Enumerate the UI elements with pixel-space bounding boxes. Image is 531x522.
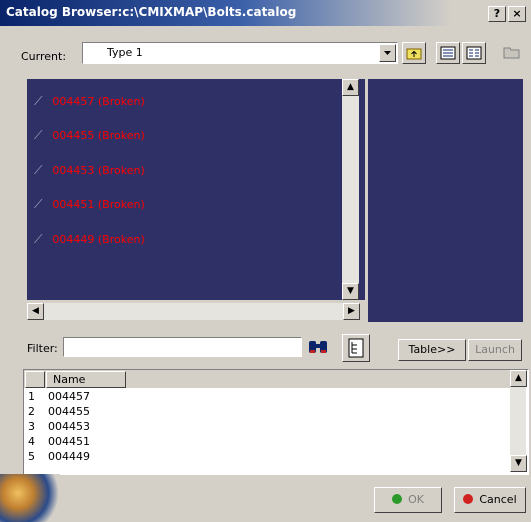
tree-item-label: 004457 (Broken): [52, 95, 145, 108]
table-button[interactable]: Table>>: [398, 339, 466, 361]
tree-item-label: 004453 (Broken): [52, 164, 145, 177]
current-value: Type 1: [107, 46, 143, 59]
tree-item-label: 004451 (Broken): [52, 198, 145, 211]
tree-view-button[interactable]: [342, 334, 370, 362]
title-bar[interactable]: Catalog Browser:c:\CMIXMAP\Bolts.catalog…: [0, 0, 531, 26]
tree-item[interactable]: ⟋ 004449 (Broken): [34, 232, 145, 250]
ok-button[interactable]: OK: [374, 487, 442, 513]
tree-item[interactable]: ⟋ 004451 (Broken): [34, 197, 145, 215]
up-folder-icon: [406, 48, 422, 60]
filter-input[interactable]: [63, 337, 302, 357]
scroll-down-button[interactable]: ▼: [342, 283, 359, 300]
up-folder-button[interactable]: [402, 42, 426, 64]
row-name: 004453: [48, 420, 90, 433]
current-label: Current:: [21, 50, 67, 63]
row-name: 004449: [48, 450, 90, 463]
launch-button[interactable]: Launch: [468, 339, 522, 361]
row-index: 2: [28, 405, 35, 418]
chevron-down-icon: [384, 51, 391, 55]
table-row[interactable]: 1 004457: [28, 390, 90, 404]
column-header-name[interactable]: Name: [46, 371, 126, 388]
table-row[interactable]: 2 004455: [28, 405, 90, 419]
table-row[interactable]: 4 004451: [28, 435, 90, 449]
broken-link-icon: ⟋: [34, 163, 43, 177]
tree-item[interactable]: ⟋ 004453 (Broken): [34, 163, 145, 181]
row-index: 4: [28, 435, 35, 448]
tree-item[interactable]: ⟋ 004457 (Broken): [34, 94, 145, 112]
tree-item-label: 004449 (Broken): [52, 233, 145, 246]
tree-view-icon: [348, 338, 364, 358]
open-folder-button[interactable]: [501, 42, 523, 62]
scroll-right-button[interactable]: ▶: [343, 303, 360, 320]
help-button[interactable]: ?: [488, 6, 506, 22]
list-view-icon: [466, 46, 482, 60]
broken-link-icon: ⟋: [34, 197, 43, 211]
scroll-up-button[interactable]: ▲: [510, 370, 527, 387]
preview-panel: [368, 79, 523, 322]
row-name: 004455: [48, 405, 90, 418]
details-view-button[interactable]: [436, 42, 460, 64]
binoculars-icon: [309, 341, 327, 353]
catalog-tree[interactable]: ⟋ 004457 (Broken) ⟋ 004455 (Broken) ⟋ 00445…: [27, 79, 365, 300]
row-name: 004451: [48, 435, 90, 448]
table-row[interactable]: 5 004449: [28, 450, 90, 464]
list-view-button[interactable]: [462, 42, 486, 64]
app-logo: [0, 474, 60, 522]
red-dot-icon: [463, 494, 474, 504]
cancel-label: Cancel: [479, 493, 517, 506]
broken-link-icon: ⟋: [34, 128, 43, 142]
tree-vertical-scrollbar[interactable]: ▲ ▼: [342, 79, 359, 300]
ok-label: OK: [408, 493, 424, 506]
close-button[interactable]: ×: [508, 6, 526, 22]
row-index: 3: [28, 420, 35, 433]
table-header: Name: [24, 370, 510, 388]
broken-link-icon: ⟋: [34, 94, 43, 108]
tree-item-label: 004455 (Broken): [52, 129, 145, 142]
dropdown-button[interactable]: [379, 44, 396, 62]
window-title: Catalog Browser:c:\CMIXMAP\Bolts.catalog: [6, 5, 297, 19]
scroll-up-button[interactable]: ▲: [342, 79, 359, 96]
green-dot-icon: [392, 494, 403, 504]
cancel-button[interactable]: Cancel: [454, 487, 526, 513]
details-view-icon: [440, 46, 456, 60]
row-index: 5: [28, 450, 35, 463]
table-row[interactable]: 3 004453: [28, 420, 90, 434]
open-folder-icon: [503, 47, 520, 59]
find-button[interactable]: [305, 334, 331, 360]
broken-link-icon: ⟋: [34, 232, 43, 246]
current-dropdown[interactable]: Type 1: [82, 42, 398, 64]
scroll-left-button[interactable]: ◀: [27, 303, 44, 320]
results-table[interactable]: Name 1 004457 2 004455 3 004453 4 004451 5 00…: [23, 369, 529, 475]
tree-horizontal-scrollbar[interactable]: ◀ ▶: [27, 303, 360, 320]
row-name: 004457: [48, 390, 90, 403]
tree-item[interactable]: ⟋ 004455 (Broken): [34, 128, 145, 146]
filter-label: Filter:: [27, 342, 58, 355]
table-vertical-scrollbar[interactable]: ▲ ▼: [510, 370, 527, 472]
scroll-down-button[interactable]: ▼: [510, 455, 527, 472]
row-index: 1: [28, 390, 35, 403]
header-corner: [25, 371, 45, 388]
